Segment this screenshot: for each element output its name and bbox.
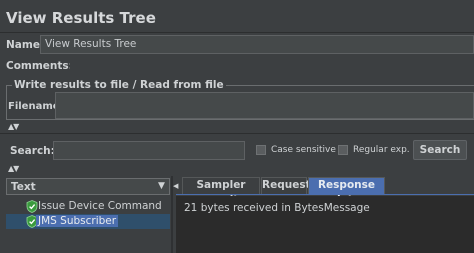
tab-sampler-result[interactable]: Sampler result bbox=[182, 177, 260, 206]
name-label: Name: bbox=[6, 39, 45, 51]
filename-label: Filename bbox=[8, 101, 60, 112]
search-input[interactable] bbox=[53, 141, 245, 160]
case-sensitive-checkbox[interactable] bbox=[256, 145, 266, 155]
regex-checkbox[interactable] bbox=[338, 145, 348, 155]
file-group-title: Write results to file / Read from file bbox=[12, 79, 226, 91]
renderer-select[interactable]: Text ▼ bbox=[6, 178, 170, 195]
chevron-down-icon: ▼ bbox=[158, 181, 165, 191]
tree-item-issue-device-command[interactable]: Issue Device Command bbox=[6, 199, 170, 214]
case-sensitive-label: Case sensitive bbox=[271, 145, 336, 155]
comments-input[interactable] bbox=[70, 58, 474, 72]
response-text: 21 bytes received in BytesMessage bbox=[184, 202, 370, 214]
collapse-arrows-icon[interactable]: ▲▼ bbox=[8, 122, 19, 131]
collapse-arrows-icon[interactable]: ▲▼ bbox=[8, 164, 19, 173]
search-label: Search: bbox=[10, 145, 55, 157]
search-button[interactable]: Search bbox=[413, 140, 467, 160]
regex-label: Regular exp. bbox=[353, 145, 410, 155]
results-tree: Issue Device Command JMS Subscriber bbox=[6, 196, 170, 253]
comments-label: Comments: bbox=[6, 60, 73, 72]
name-input[interactable]: View Results Tree bbox=[40, 35, 474, 54]
tree-item-label: Issue Device Command bbox=[38, 200, 162, 212]
page-title: View Results Tree bbox=[6, 9, 156, 27]
tab-response-data[interactable]: Response data bbox=[308, 177, 385, 206]
renderer-value: Text bbox=[11, 181, 36, 193]
expand-arrow-icon[interactable]: ◀ bbox=[173, 182, 178, 190]
divider bbox=[0, 32, 474, 33]
response-panel: 21 bytes received in BytesMessage bbox=[176, 196, 474, 253]
green-shield-check-icon bbox=[26, 200, 38, 213]
divider bbox=[0, 133, 474, 134]
tab-underline bbox=[176, 194, 474, 195]
tree-item-label: JMS Subscriber bbox=[36, 215, 119, 227]
filename-input[interactable] bbox=[55, 92, 474, 119]
tree-item-jms-subscriber[interactable]: JMS Subscriber bbox=[6, 214, 170, 229]
tab-request[interactable]: Request bbox=[261, 177, 311, 194]
